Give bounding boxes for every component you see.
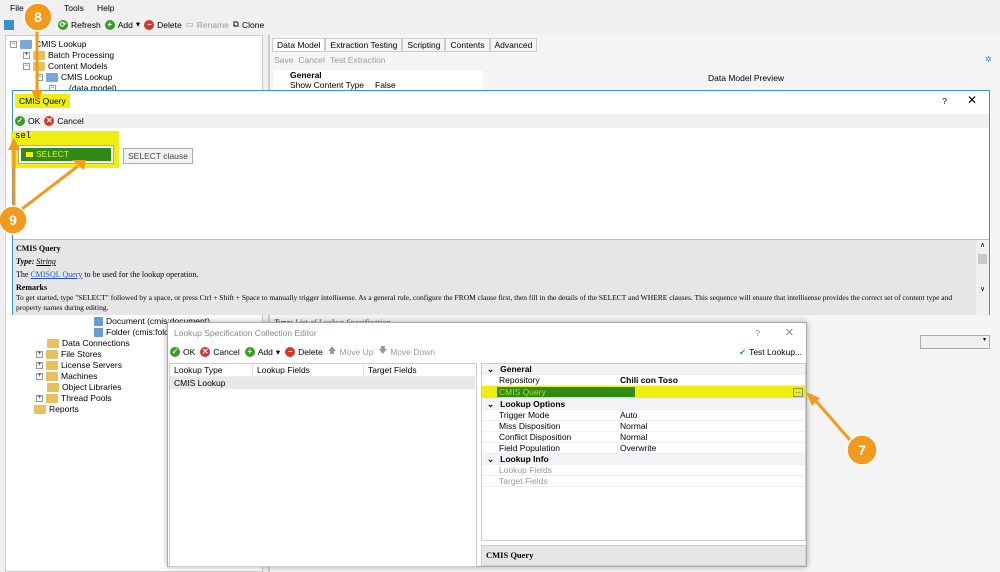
callout-8: 8 <box>23 2 53 32</box>
svg-text:7: 7 <box>858 442 866 458</box>
callout-9: 9 <box>0 205 28 235</box>
svg-text:9: 9 <box>9 212 17 228</box>
callout-overlay: 8 9 7 <box>0 2 878 466</box>
svg-text:8: 8 <box>34 9 42 25</box>
callout-9-arrow-b <box>17 164 79 214</box>
callout-7-arrow <box>813 399 852 441</box>
callout-7: 7 <box>846 434 878 466</box>
